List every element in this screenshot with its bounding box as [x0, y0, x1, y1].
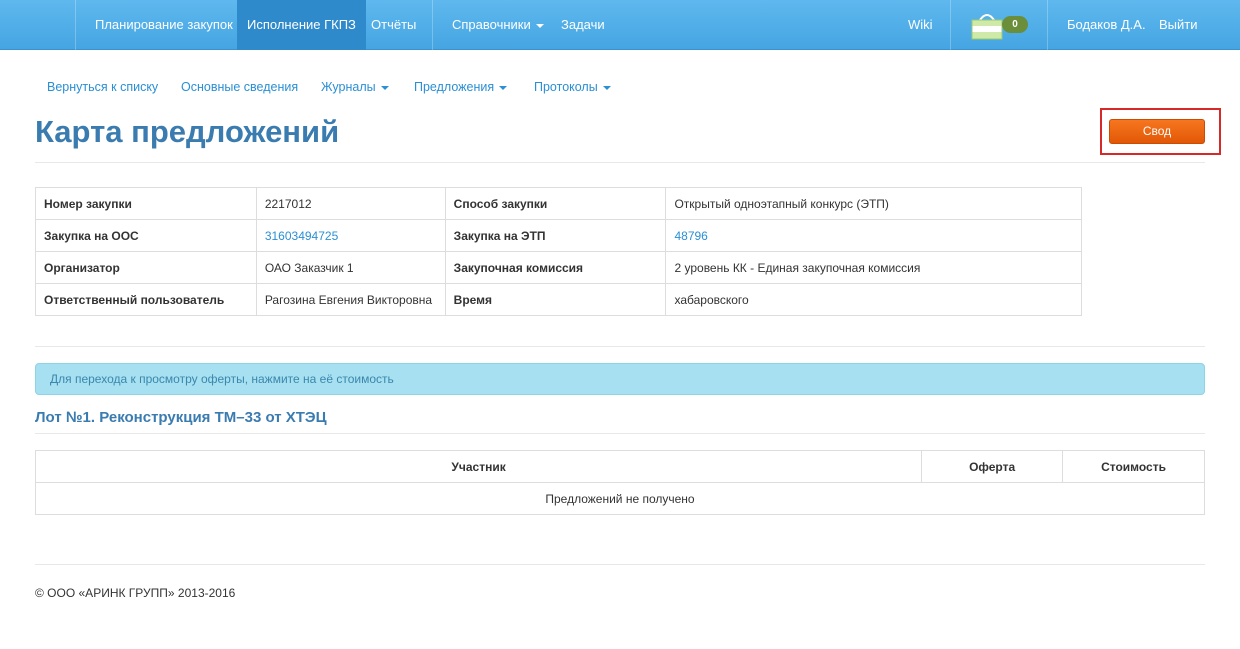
info-label: Способ закупки — [444, 187, 667, 220]
top-navbar: Планирование закупок Исполнение ГКПЗ Отч… — [0, 0, 1240, 50]
page-title: Карта предложений — [35, 114, 340, 149]
info-value: 2 уровень КК - Единая закупочная комисси… — [665, 251, 1082, 284]
info-value: хабаровского — [665, 283, 1082, 316]
divider — [35, 564, 1205, 565]
offers-table: Участник Оферта Стоимость Предложений не… — [34, 450, 1205, 515]
chevron-down-icon — [380, 85, 389, 90]
info-value: 31603494725 — [255, 219, 446, 252]
logout-link[interactable]: Выйти — [1159, 0, 1198, 50]
table-row: Номер закупки 2217012 Способ закупки Отк… — [35, 187, 1082, 220]
chevron-down-icon — [602, 85, 611, 90]
table-row: Закупка на ООС 31603494725 Закупка на ЭТ… — [35, 219, 1082, 252]
table-row: Предложений не получено — [35, 482, 1205, 515]
info-label: Закупка на ООС — [35, 219, 257, 252]
back-to-list-link[interactable]: Вернуться к списку — [47, 80, 158, 94]
nav-item-tasks[interactable]: Задачи — [561, 0, 605, 50]
nav-separator — [1047, 0, 1048, 50]
nav-separator — [75, 0, 76, 50]
info-value: 2217012 — [255, 187, 446, 220]
footer-copyright: © ООО «АРИНК ГРУПП» 2013-2016 — [35, 586, 236, 600]
divider — [35, 433, 1205, 434]
table-row: Ответственный пользователь Рагозина Евге… — [35, 283, 1082, 316]
lot-title: Лот №1. Реконструкция ТМ–33 от ХТЭЦ — [35, 409, 327, 426]
basket-icon[interactable] — [971, 10, 1003, 40]
info-label: Организатор — [35, 251, 257, 284]
divider — [35, 346, 1205, 347]
nav-item-directories[interactable]: Справочники — [452, 0, 544, 50]
info-value: Открытый одноэтапный конкурс (ЭТП) — [665, 187, 1082, 220]
protocols-label: Протоколы — [534, 80, 598, 94]
info-label: Номер закупки — [35, 187, 257, 220]
chevron-down-icon — [535, 23, 544, 28]
cart-count-badge: 0 — [1002, 16, 1028, 33]
table-row: Организатор ОАО Заказчик 1 Закупочная ко… — [35, 251, 1082, 284]
info-label: Закупка на ЭТП — [444, 219, 667, 252]
info-label: Ответственный пользователь — [35, 283, 257, 316]
divider — [35, 162, 1205, 163]
info-value: Рагозина Евгения Викторовна — [255, 283, 446, 316]
nav-item-planning[interactable]: Планирование закупок — [95, 0, 233, 50]
info-label: Закупочная комиссия — [444, 251, 667, 284]
nav-item-directories-label: Справочники — [452, 17, 531, 32]
info-label: Время — [444, 283, 667, 316]
nav-item-reports[interactable]: Отчёты — [371, 0, 416, 50]
journals-label: Журналы — [321, 80, 376, 94]
info-alert: Для перехода к просмотру оферты, нажмите… — [35, 363, 1205, 395]
column-header-cost: Стоимость — [1062, 450, 1205, 483]
column-header-offer: Оферта — [921, 450, 1064, 483]
protocols-dropdown[interactable]: Протоколы — [534, 80, 611, 94]
empty-state-message: Предложений не получено — [35, 482, 1205, 515]
proposals-dropdown[interactable]: Предложения — [414, 80, 508, 94]
etp-link[interactable]: 48796 — [674, 229, 707, 243]
info-value: 48796 — [665, 219, 1082, 252]
procurement-info-table: Номер закупки 2217012 Способ закупки Отк… — [35, 187, 1082, 316]
main-info-link[interactable]: Основные сведения — [181, 80, 298, 94]
wiki-link[interactable]: Wiki — [908, 0, 933, 50]
nav-separator — [432, 0, 433, 50]
info-value: ОАО Заказчик 1 — [255, 251, 446, 284]
svod-button[interactable]: Свод — [1109, 119, 1205, 144]
table-header-row: Участник Оферта Стоимость — [34, 450, 1205, 483]
journals-dropdown[interactable]: Журналы — [321, 80, 389, 94]
nav-separator — [950, 0, 951, 50]
nav-item-execution[interactable]: Исполнение ГКПЗ — [237, 0, 366, 50]
chevron-down-icon — [499, 85, 508, 90]
column-header-participant: Участник — [34, 450, 923, 483]
proposals-label: Предложения — [414, 80, 495, 94]
oos-link[interactable]: 31603494725 — [265, 229, 338, 243]
user-name[interactable]: Бодаков Д.А. — [1067, 0, 1146, 50]
